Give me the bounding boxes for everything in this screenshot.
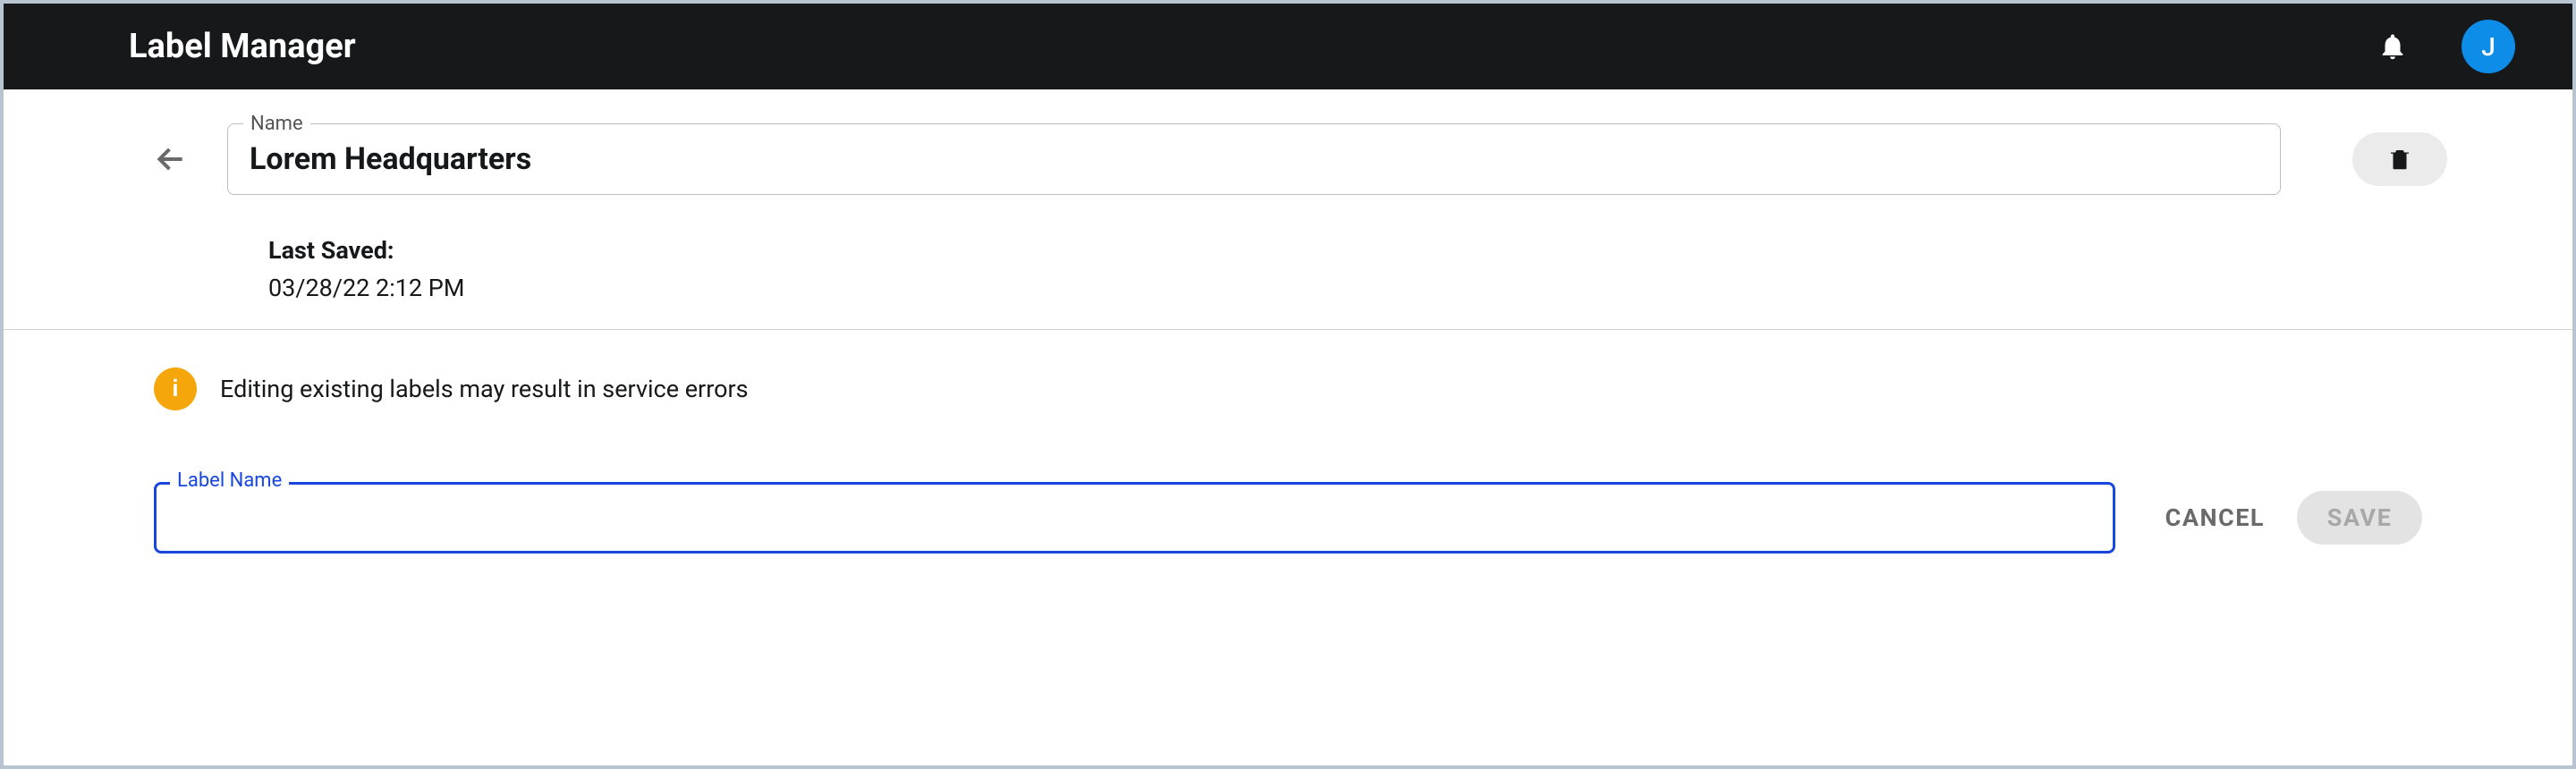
name-input-wrapper: Name	[227, 123, 2281, 195]
label-name-input[interactable]	[154, 482, 2115, 554]
label-name-wrapper: Label Name	[154, 482, 2115, 554]
avatar[interactable]: J	[2462, 20, 2515, 73]
warning-text: Editing existing labels may result in se…	[220, 375, 749, 403]
app-container: Label Manager J Name Last Saved: 03/28/2…	[4, 4, 2572, 765]
name-row: Name	[154, 123, 2447, 195]
cancel-button[interactable]: CANCEL	[2165, 503, 2265, 532]
save-button[interactable]: SAVE	[2297, 491, 2422, 545]
warning-section: i Editing existing labels may result in …	[4, 330, 2572, 428]
back-arrow-icon[interactable]	[154, 142, 188, 176]
action-buttons: CANCEL SAVE	[2165, 491, 2422, 545]
delete-button[interactable]	[2352, 132, 2447, 186]
page-title: Label Manager	[129, 27, 356, 66]
info-icon: i	[154, 368, 197, 410]
last-saved-label: Last Saved:	[268, 236, 2447, 265]
header-right: J	[2377, 20, 2515, 73]
content-section: Name Last Saved: 03/28/22 2:12 PM	[4, 89, 2572, 330]
header: Label Manager J	[4, 4, 2572, 89]
label-edit-section: Label Name CANCEL SAVE	[4, 428, 2572, 571]
name-input[interactable]	[227, 123, 2281, 195]
trash-icon	[2386, 146, 2413, 173]
notifications-icon[interactable]	[2377, 31, 2408, 62]
last-saved: Last Saved: 03/28/22 2:12 PM	[268, 236, 2447, 302]
last-saved-value: 03/28/22 2:12 PM	[268, 274, 2447, 302]
label-name-label: Label Name	[170, 469, 289, 492]
name-label: Name	[243, 113, 310, 135]
